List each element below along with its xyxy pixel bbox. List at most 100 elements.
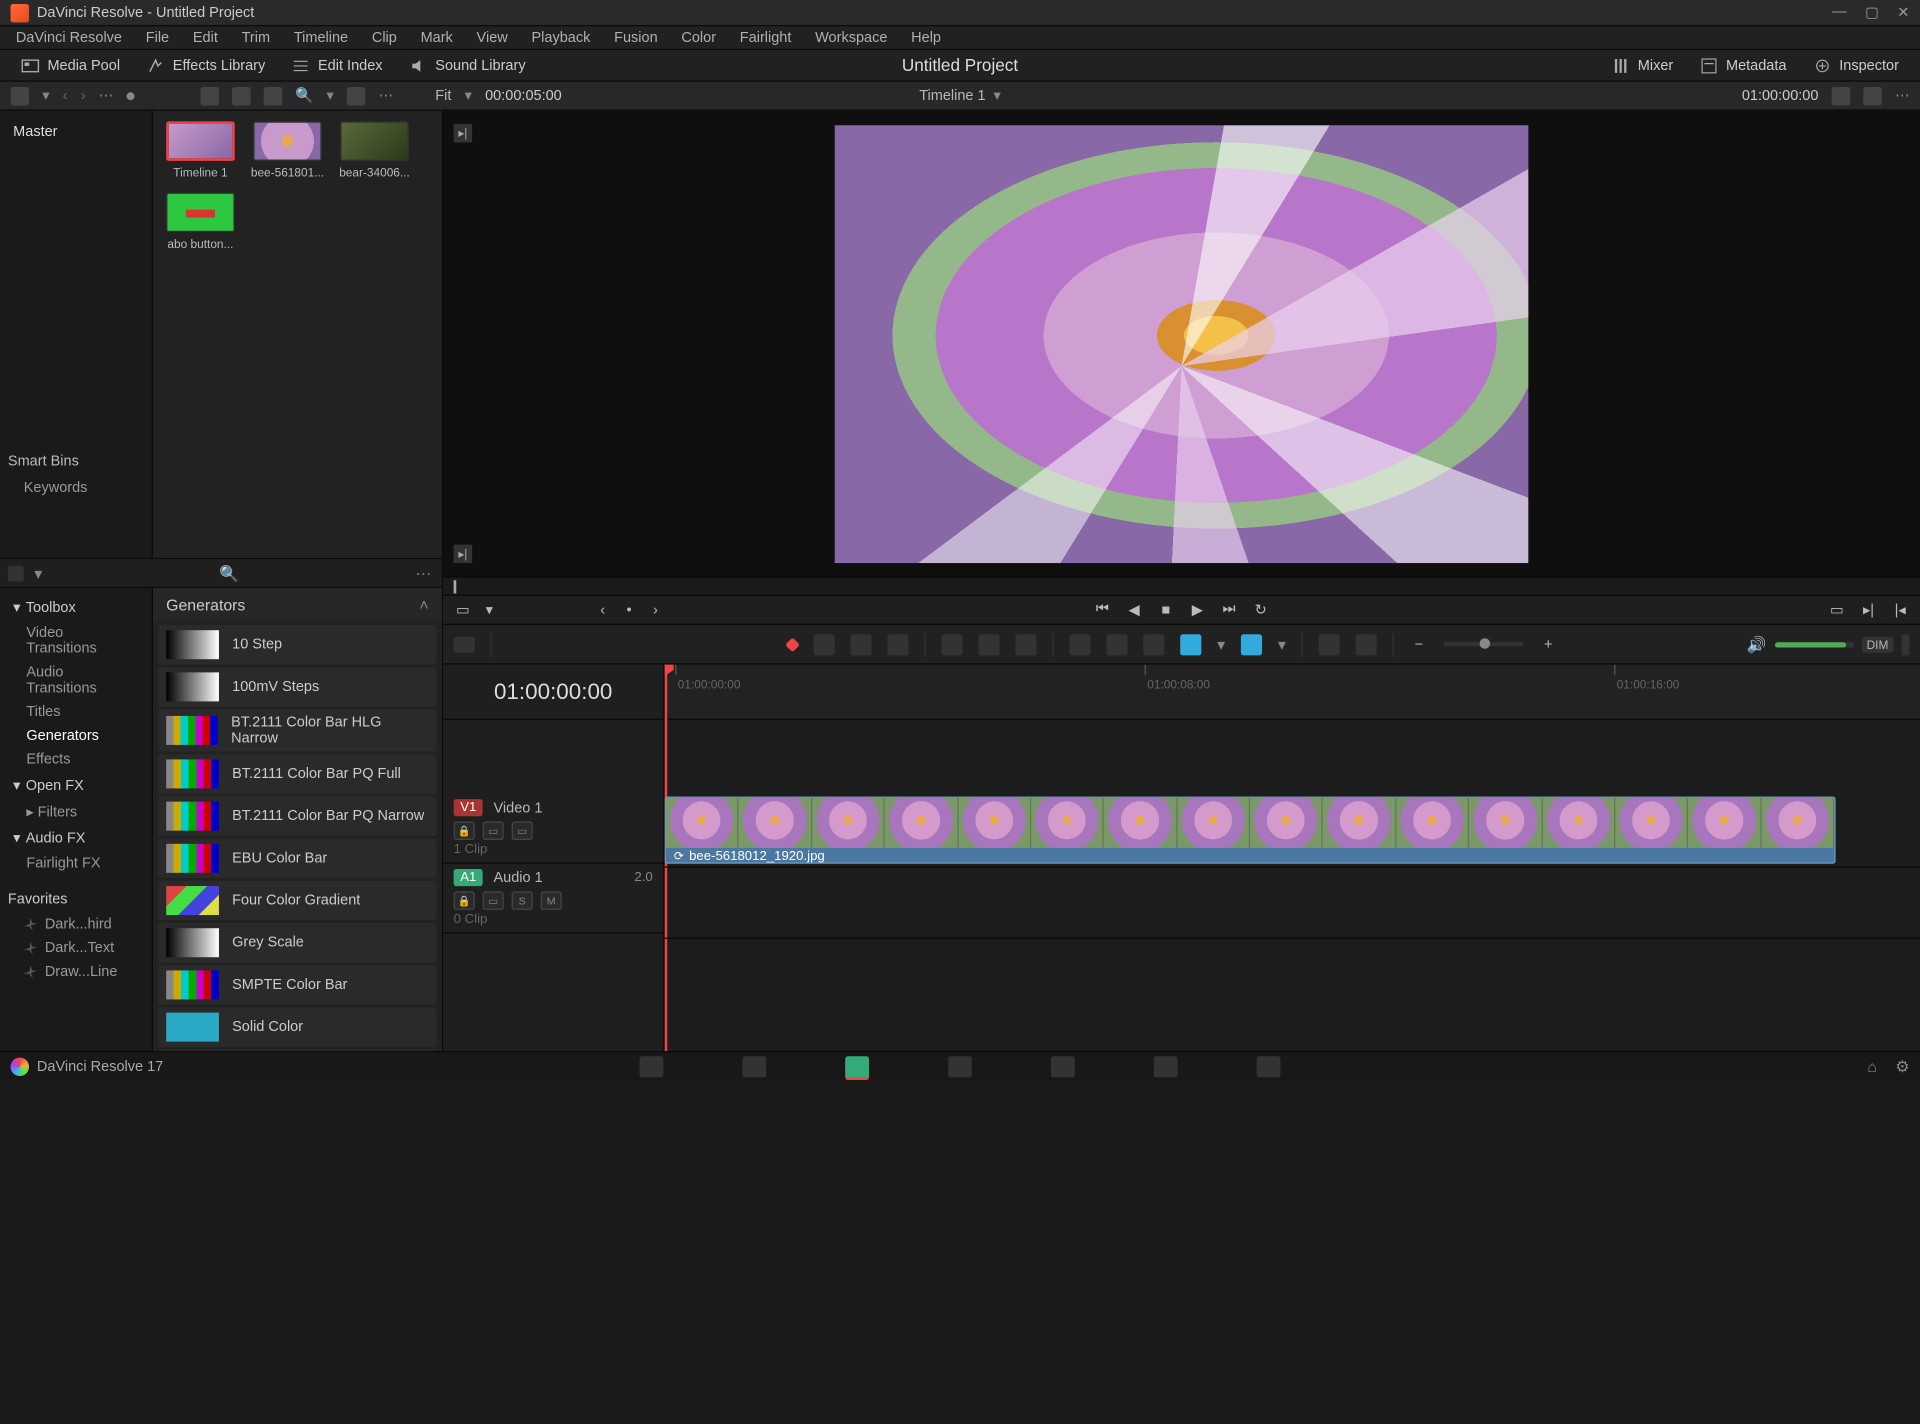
effects-item[interactable]: Effects: [0, 748, 152, 772]
stop-icon[interactable]: ■: [1156, 601, 1174, 619]
timeline-view-icon[interactable]: [454, 636, 475, 652]
pool-clip[interactable]: bear-34006...: [338, 121, 412, 179]
go-start-icon[interactable]: ⏮: [1093, 601, 1111, 619]
generator-item[interactable]: SMPTE Color Bar: [158, 965, 436, 1005]
generator-item[interactable]: EBU Color Bar: [158, 839, 436, 879]
generator-item[interactable]: 100mV Steps: [158, 667, 436, 707]
cut-page-icon[interactable]: [742, 1056, 766, 1077]
menu-clip[interactable]: Clip: [361, 27, 407, 48]
cc-icon[interactable]: [1319, 634, 1340, 655]
selection-tool-icon[interactable]: [785, 637, 800, 652]
auto-select-icon[interactable]: ▭: [483, 822, 504, 840]
chevron-down-icon[interactable]: ▾: [1278, 635, 1286, 653]
viewer-scrubber[interactable]: [443, 578, 1920, 596]
timeline-timecode[interactable]: 01:00:00:00: [443, 665, 663, 720]
dual-viewer-icon[interactable]: [1863, 86, 1881, 104]
media-pool-toggle[interactable]: Media Pool: [11, 53, 131, 77]
chevron-down-icon[interactable]: ▾: [480, 601, 498, 619]
volume-icon[interactable]: 🔊: [1747, 635, 1767, 653]
audio-track-header[interactable]: A1 Audio 1 2.0 🔒 ▭ S M 0 Clip: [443, 864, 663, 934]
menu-mark[interactable]: Mark: [410, 27, 463, 48]
lock-track-icon[interactable]: 🔒: [454, 822, 475, 840]
go-end-icon[interactable]: ⏭: [1220, 601, 1238, 619]
menu-davinci-resolve[interactable]: DaVinci Resolve: [5, 27, 132, 48]
effects-library-toggle[interactable]: Effects Library: [136, 53, 276, 77]
favorite-item[interactable]: Draw...Line: [0, 960, 152, 984]
minimize-button[interactable]: —: [1832, 4, 1847, 21]
menu-workspace[interactable]: Workspace: [805, 27, 898, 48]
chevron-down-icon[interactable]: ▾: [34, 564, 42, 582]
search-icon[interactable]: 🔍: [219, 564, 239, 582]
solo-icon[interactable]: S: [512, 891, 533, 909]
more-icon[interactable]: ⋯: [99, 87, 114, 104]
filters-item[interactable]: ▸ Filters: [0, 799, 152, 824]
deliver-page-icon[interactable]: [1257, 1056, 1281, 1077]
generators-item[interactable]: Generators: [0, 724, 152, 748]
pool-clip[interactable]: abo button...: [164, 193, 238, 251]
favorite-item[interactable]: Dark...hird: [0, 913, 152, 937]
marker-icon[interactable]: [1241, 634, 1262, 655]
menu-color[interactable]: Color: [671, 27, 727, 48]
menu-help[interactable]: Help: [901, 27, 952, 48]
play-icon[interactable]: ▶: [1188, 601, 1206, 619]
menu-playback[interactable]: Playback: [521, 27, 601, 48]
fusion-page-icon[interactable]: [948, 1056, 972, 1077]
generator-item[interactable]: BT.2111 Color Bar PQ Narrow: [158, 796, 436, 836]
chevron-down-icon[interactable]: ▾: [1217, 635, 1225, 653]
generator-item[interactable]: Solid Color: [158, 1007, 436, 1047]
thumb-view-icon[interactable]: [200, 86, 218, 104]
prev-edit-icon[interactable]: ‹: [593, 601, 611, 619]
menu-trim[interactable]: Trim: [231, 27, 281, 48]
audiofx-group[interactable]: ▾Audio FX: [0, 824, 152, 852]
video-track-header[interactable]: V1 Video 1 🔒 ▭ ▭ 1 Clip: [443, 794, 663, 864]
zoom-search-icon[interactable]: [1356, 634, 1377, 655]
trim-tool-icon[interactable]: [814, 634, 835, 655]
favorite-item[interactable]: Dark...Text: [0, 936, 152, 960]
generator-item[interactable]: BT.2111 Color Bar HLG Narrow: [158, 709, 436, 751]
media-page-icon[interactable]: [640, 1056, 664, 1077]
settings-icon[interactable]: ⚙: [1895, 1057, 1909, 1075]
flag-icon[interactable]: [1180, 634, 1201, 655]
chevron-down-icon[interactable]: ▾: [42, 87, 49, 104]
audio-track-lane[interactable]: [665, 868, 1920, 939]
program-viewer[interactable]: ▸| ▸|: [443, 111, 1920, 578]
last-clip-icon[interactable]: |◂: [1891, 601, 1909, 619]
fairlight-page-icon[interactable]: [1154, 1056, 1178, 1077]
video-clip[interactable]: bee-5618012_1920.jpg: [665, 796, 1836, 863]
toolbox-group[interactable]: ▾Toolbox: [0, 593, 152, 621]
step-next-icon[interactable]: ▸|: [454, 545, 472, 563]
overwrite-clip-icon[interactable]: [978, 634, 999, 655]
sort-icon[interactable]: [347, 86, 365, 104]
chevron-down-icon[interactable]: ▾: [326, 87, 333, 104]
step-next-icon[interactable]: ▸|: [454, 124, 472, 142]
chevron-down-icon[interactable]: ▾: [465, 87, 472, 104]
more-icon[interactable]: ⋯: [1895, 87, 1910, 104]
insert-clip-icon[interactable]: [942, 634, 963, 655]
match-frame-icon[interactable]: ▭: [1828, 601, 1846, 619]
video-transitions-item[interactable]: Video Transitions: [0, 621, 152, 661]
menu-timeline[interactable]: Timeline: [283, 27, 358, 48]
pool-clip[interactable]: bee-561801...: [251, 121, 325, 179]
timeline-name[interactable]: Timeline 1: [919, 88, 985, 104]
pool-clip[interactable]: Timeline 1: [164, 121, 238, 179]
arm-record-icon[interactable]: ▭: [483, 891, 504, 909]
bin-view-icon[interactable]: [11, 86, 29, 104]
color-page-icon[interactable]: [1051, 1056, 1075, 1077]
dim-button[interactable]: DIM: [1861, 636, 1893, 652]
timeline-tracks[interactable]: 01:00:00:0001:00:08:0001:00:16:0001:00:2…: [665, 665, 1920, 1051]
nav-back-icon[interactable]: ‹: [63, 88, 68, 104]
generator-item[interactable]: BT.2111 Color Bar PQ Full: [158, 754, 436, 794]
close-button[interactable]: ✕: [1897, 4, 1909, 21]
more-icon[interactable]: ⋯: [379, 87, 394, 104]
inspector-toggle[interactable]: Inspector: [1802, 53, 1909, 77]
maximize-button[interactable]: ▢: [1865, 4, 1879, 21]
dynamic-trim-icon[interactable]: [851, 634, 872, 655]
lock-icon[interactable]: [1143, 634, 1164, 655]
generator-item[interactable]: 10 Step: [158, 625, 436, 665]
search-icon[interactable]: 🔍: [295, 87, 313, 104]
home-icon[interactable]: ⌂: [1867, 1057, 1877, 1075]
video-track-lane[interactable]: bee-5618012_1920.jpg: [665, 794, 1920, 868]
insert-mode-icon[interactable]: ▭: [454, 601, 472, 619]
more-icon[interactable]: ⋯: [415, 564, 433, 582]
zoom-slider[interactable]: [1444, 642, 1523, 646]
